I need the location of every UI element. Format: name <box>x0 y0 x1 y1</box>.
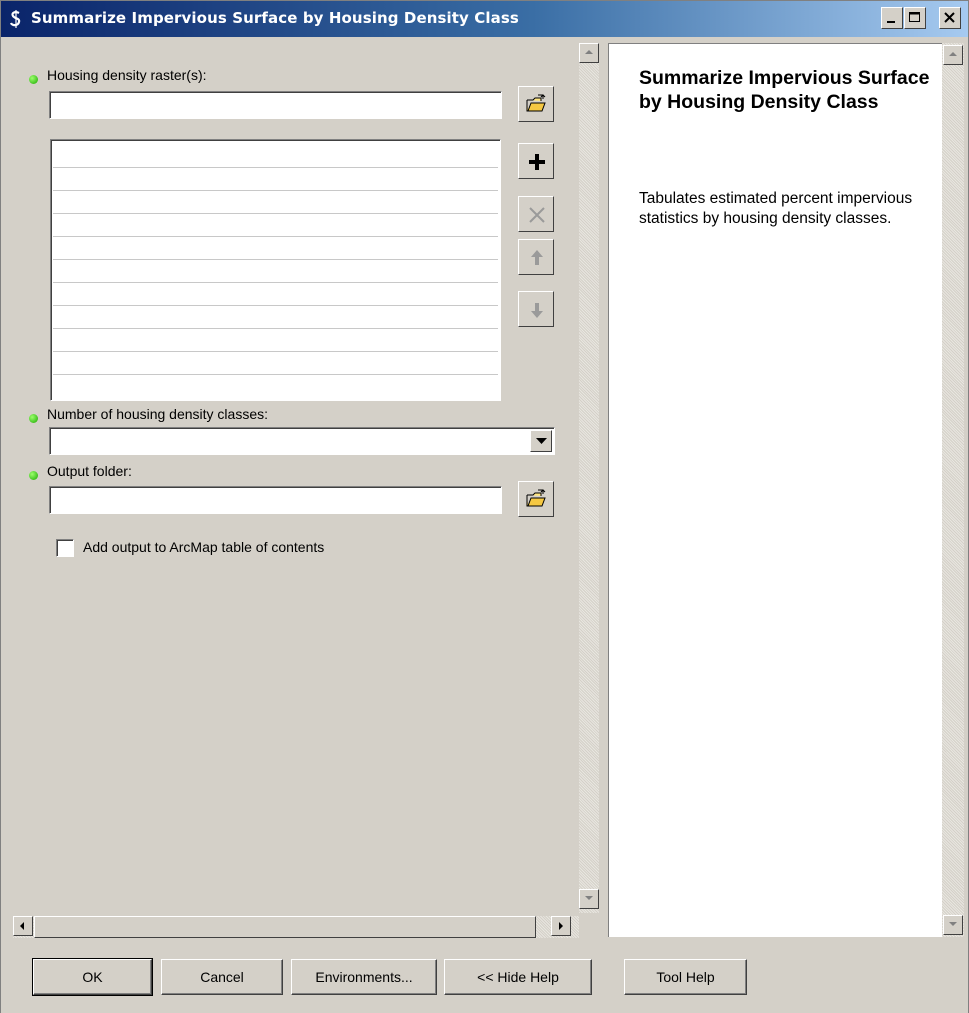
triangle-down-icon <box>585 896 593 900</box>
add-output-label: Add output to ArcMap table of contents <box>83 539 325 555</box>
output-folder-label: Output folder: <box>47 463 132 479</box>
browse-raster-button[interactable] <box>518 86 554 122</box>
housing-raster-label: Housing density raster(s): <box>47 67 207 83</box>
add-row-button[interactable] <box>518 143 554 179</box>
scroll-left-button[interactable] <box>13 916 33 936</box>
cancel-button[interactable]: Cancel <box>161 959 283 995</box>
num-classes-label: Number of housing density classes: <box>47 406 268 422</box>
button-bar: OK Cancel Environments... << Hide Help T… <box>1 941 968 1013</box>
window-title: Summarize Impervious Surface by Housing … <box>31 9 519 27</box>
num-classes-dropdown[interactable] <box>49 427 555 455</box>
triangle-up-icon <box>585 50 593 54</box>
maximize-button[interactable] <box>904 7 926 29</box>
maximize-icon <box>909 12 920 22</box>
tool-dialog-window: Summarize Impervious Surface by Housing … <box>0 0 969 1013</box>
required-indicator-icon <box>29 414 38 423</box>
tool-help-button[interactable]: Tool Help <box>624 959 747 995</box>
arrow-down-icon <box>531 303 543 318</box>
ok-button[interactable]: OK <box>32 958 153 996</box>
list-row-divider <box>53 259 498 260</box>
plus-icon <box>529 154 545 170</box>
list-row-divider <box>53 213 498 214</box>
title-bar[interactable]: Summarize Impervious Surface by Housing … <box>1 1 968 37</box>
scroll-right-button[interactable] <box>551 916 571 936</box>
list-row-divider <box>53 305 498 306</box>
required-indicator-icon <box>29 471 38 480</box>
remove-row-button[interactable] <box>518 196 554 232</box>
triangle-right-icon <box>559 922 563 930</box>
help-pane: Summarize Impervious Surface by Housing … <box>608 43 942 937</box>
open-folder-icon <box>526 489 546 507</box>
triangle-down-icon <box>949 922 957 926</box>
arrow-up-icon <box>531 250 543 265</box>
minimize-icon <box>887 21 895 23</box>
triangle-up-icon <box>949 52 957 56</box>
browse-output-button[interactable] <box>518 481 554 517</box>
script-tool-icon <box>9 10 21 28</box>
close-button[interactable] <box>939 7 961 29</box>
triangle-left-icon <box>20 922 24 930</box>
list-row-divider <box>53 167 498 168</box>
left-vertical-scrollbar[interactable] <box>579 43 599 913</box>
hide-help-button[interactable]: << Hide Help <box>444 959 592 995</box>
help-scroll-up-button[interactable] <box>943 45 963 65</box>
scroll-up-button[interactable] <box>579 43 599 63</box>
list-row-divider <box>53 190 498 191</box>
help-description: Tabulates estimated percent impervious s… <box>639 190 913 227</box>
move-down-button[interactable] <box>518 291 554 327</box>
close-icon <box>944 12 955 23</box>
horizontal-scroll-thumb[interactable] <box>34 916 536 938</box>
required-indicator-icon <box>29 75 38 84</box>
chevron-down-icon <box>536 438 547 444</box>
list-row-divider <box>53 282 498 283</box>
output-folder-input[interactable] <box>49 486 502 514</box>
minimize-button[interactable] <box>881 7 903 29</box>
move-up-button[interactable] <box>518 239 554 275</box>
housing-raster-input[interactable] <box>49 91 502 119</box>
help-title: Summarize Impervious Surface by Housing … <box>639 67 930 113</box>
help-vertical-scrollbar[interactable] <box>942 43 964 937</box>
list-row-divider <box>53 374 498 375</box>
raster-list-box[interactable] <box>50 139 501 401</box>
list-row-divider <box>53 236 498 237</box>
list-row-divider <box>53 328 498 329</box>
add-output-checkbox[interactable] <box>56 539 74 557</box>
scroll-down-button[interactable] <box>579 889 599 909</box>
open-folder-icon <box>526 94 546 112</box>
help-scroll-down-button[interactable] <box>943 915 963 935</box>
list-row-divider <box>53 351 498 352</box>
delete-x-icon <box>529 207 545 223</box>
environments-button[interactable]: Environments... <box>291 959 437 995</box>
dropdown-button[interactable] <box>530 430 552 452</box>
